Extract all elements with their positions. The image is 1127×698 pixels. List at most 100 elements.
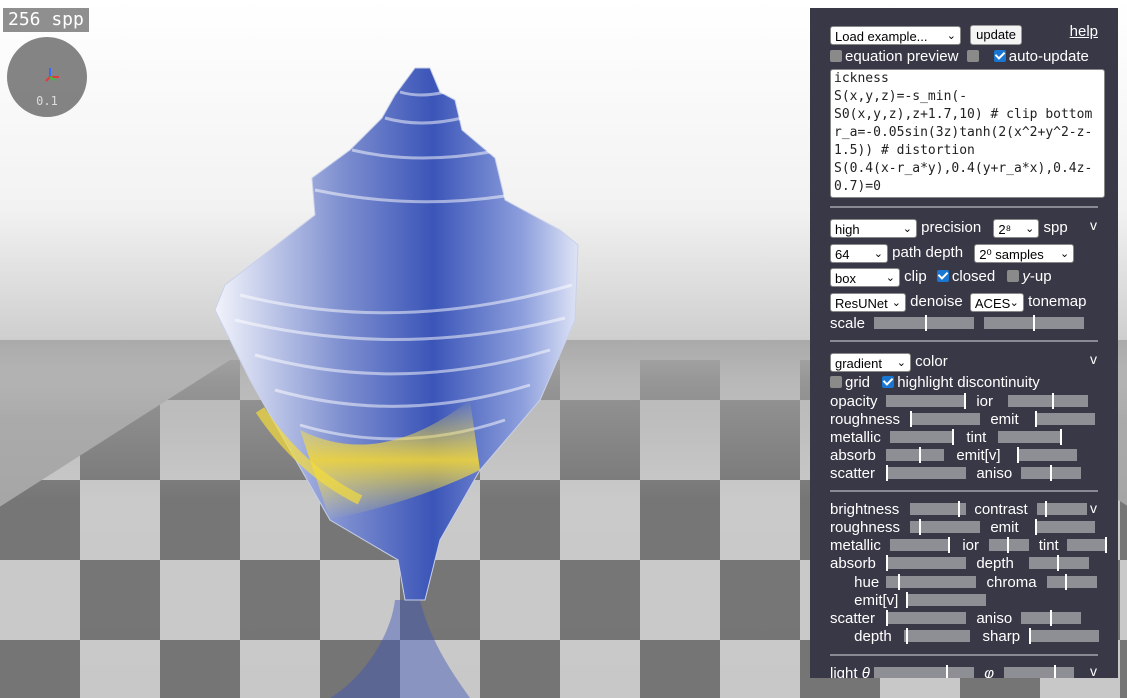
grid-checkbox[interactable] xyxy=(830,376,842,388)
update-button[interactable]: update xyxy=(970,25,1022,45)
light-theta-label: θ xyxy=(861,665,870,678)
denoise-value: ResUNet xyxy=(835,295,888,311)
samples-value: 2⁰ samples xyxy=(979,246,1044,262)
floor-ior-slider[interactable] xyxy=(988,537,1029,553)
emit-v-slider[interactable] xyxy=(1016,447,1077,463)
aniso-label: aniso xyxy=(976,465,1013,483)
ior-slider[interactable] xyxy=(1007,393,1088,409)
divider xyxy=(830,654,1098,656)
floor-hue-slider[interactable] xyxy=(886,574,977,590)
floor-emit-v-slider[interactable] xyxy=(906,592,987,608)
unlabeled-checkbox[interactable] xyxy=(966,50,979,62)
floor-depth2-slider[interactable] xyxy=(904,628,971,644)
chevron-down-icon: ⌄ xyxy=(1025,222,1035,235)
divider xyxy=(830,206,1098,208)
scatter-slider[interactable] xyxy=(886,465,967,481)
precision-label: precision xyxy=(921,219,982,237)
roughness-slider[interactable] xyxy=(910,411,981,427)
light-theta-slider[interactable] xyxy=(874,665,975,678)
floor-aniso-slider[interactable] xyxy=(1020,610,1081,626)
help-link[interactable]: help xyxy=(1070,23,1098,40)
closed-label: closed xyxy=(951,268,996,286)
spp-select[interactable]: 2⁸ ⌄ xyxy=(993,218,1040,238)
light-phi-label: φ xyxy=(984,665,994,678)
tonemap-label: tonemap xyxy=(1028,293,1087,311)
equation-editor[interactable]: ickness S(x,y,z)=-s_min(-S0(x,y,z),z+1.7… xyxy=(830,69,1105,198)
precision-value: high xyxy=(835,221,860,237)
equation-preview-checkbox[interactable] xyxy=(830,50,842,62)
light-phi-slider[interactable] xyxy=(1004,665,1075,678)
scale-slider-1[interactable] xyxy=(874,315,975,331)
highlight-discontinuity-checkbox[interactable] xyxy=(882,376,895,388)
auto-update-checkbox[interactable] xyxy=(993,50,1006,62)
spp-counter: 256 spp xyxy=(3,8,89,32)
color-label: color xyxy=(915,353,948,371)
spp-label: spp xyxy=(1043,219,1068,237)
emit-slider[interactable] xyxy=(1034,411,1095,427)
color-mode-select[interactable]: gradient ⌄ xyxy=(830,352,911,372)
y-up-label: y-up xyxy=(1022,268,1052,286)
light-section-toggle[interactable]: v xyxy=(1090,663,1097,678)
y-up-checkbox[interactable] xyxy=(1007,270,1020,282)
tonemap-value: ACES xyxy=(974,295,1011,311)
chevron-down-icon: ⌄ xyxy=(885,271,895,284)
absorb-slider[interactable] xyxy=(886,447,945,463)
denoise-select[interactable]: ResUNet ⌄ xyxy=(830,292,906,312)
clip-label: clip xyxy=(904,268,927,286)
denoise-label: denoise xyxy=(910,293,963,311)
control-panel: Load example... ⌄ update help equation p… xyxy=(810,8,1118,678)
brightness-slider[interactable] xyxy=(910,501,967,517)
material-section-toggle[interactable]: v xyxy=(1090,351,1097,367)
scale-label: scale xyxy=(830,315,866,333)
aniso-slider[interactable] xyxy=(1020,465,1081,481)
floor-depth-label: depth xyxy=(976,555,1014,573)
chevron-down-icon: ⌄ xyxy=(891,296,901,309)
render-section-toggle[interactable]: v xyxy=(1090,217,1097,233)
opacity-slider[interactable] xyxy=(886,393,967,409)
contrast-slider[interactable] xyxy=(1036,501,1087,517)
clip-select[interactable]: box ⌄ xyxy=(830,267,900,287)
floor-roughness-slider[interactable] xyxy=(910,519,981,535)
path-depth-value: 64 xyxy=(835,246,850,262)
tonemap-select[interactable]: ACES ⌄ xyxy=(969,292,1024,312)
axes-gizmo[interactable]: 0.1 xyxy=(7,37,87,117)
floor-depth2-label: depth xyxy=(854,628,892,646)
floor-chroma-slider[interactable] xyxy=(1046,574,1097,590)
path-depth-select[interactable]: 64 ⌄ xyxy=(830,243,888,263)
chevron-down-icon: ⌄ xyxy=(946,29,956,42)
chevron-down-icon: ⌄ xyxy=(1009,296,1019,309)
floor-chroma-label: chroma xyxy=(986,574,1037,592)
path-depth-label: path depth xyxy=(892,244,964,262)
floor-metallic-slider[interactable] xyxy=(890,537,951,553)
equation-preview-label: equation preview xyxy=(845,48,959,66)
color-mode-value: gradient xyxy=(835,355,882,371)
load-example-select[interactable]: Load example... ⌄ xyxy=(830,25,961,45)
floor-emit-slider[interactable] xyxy=(1034,519,1095,535)
tint-slider[interactable] xyxy=(997,429,1062,445)
precision-select[interactable]: high ⌄ xyxy=(830,218,917,238)
scale-slider-2[interactable] xyxy=(984,315,1085,331)
highlight-discontinuity-label: highlight discontinuity xyxy=(897,374,1040,392)
chevron-down-icon: ⌄ xyxy=(902,222,912,235)
load-example-value: Load example... xyxy=(835,28,928,44)
axes-scale-label: 0.1 xyxy=(36,94,58,108)
floor-tint-slider[interactable] xyxy=(1066,537,1107,553)
floor-depth-slider[interactable] xyxy=(1028,555,1089,571)
spp-value: 2⁸ xyxy=(998,221,1012,237)
floor-scatter-slider[interactable] xyxy=(886,610,967,626)
light-label: light xyxy=(830,665,858,678)
divider xyxy=(830,490,1098,492)
floor-sharp-label: sharp xyxy=(982,628,1021,646)
floor-absorb-slider[interactable] xyxy=(886,555,967,571)
grid-label: grid xyxy=(845,374,871,392)
metallic-slider[interactable] xyxy=(890,429,955,445)
floor-section-toggle[interactable]: v xyxy=(1090,500,1097,516)
floor-sharp-slider[interactable] xyxy=(1028,628,1099,644)
chevron-down-icon: ⌄ xyxy=(873,247,883,260)
floor-absorb-label: absorb xyxy=(830,555,876,573)
clip-value: box xyxy=(835,270,856,286)
divider xyxy=(830,340,1098,342)
closed-checkbox[interactable] xyxy=(936,270,949,282)
samples-select[interactable]: 2⁰ samples ⌄ xyxy=(974,243,1075,263)
chevron-down-icon: ⌄ xyxy=(896,356,906,369)
